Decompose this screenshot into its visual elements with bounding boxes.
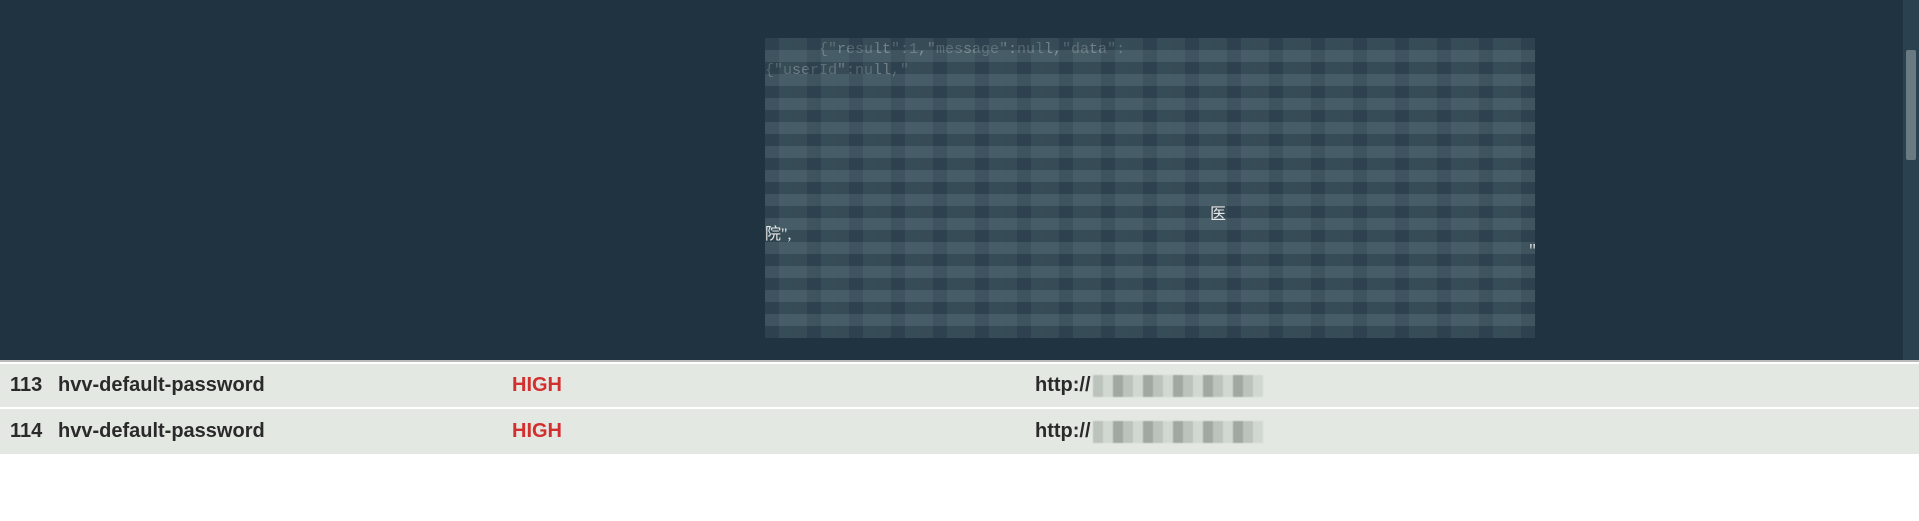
empty-space [0, 456, 1919, 521]
vulnerability-name: hvv-default-password [58, 420, 512, 443]
url-cell: http:// [1035, 374, 1919, 397]
scrollbar-track[interactable] [1903, 0, 1919, 360]
url-cell: http:// [1035, 420, 1919, 443]
redacted-content-overlay [765, 38, 1535, 338]
severity-badge: HIGH [512, 374, 1035, 397]
cjk-text-fragment-2: 院", [765, 220, 792, 244]
redacted-url [1093, 375, 1263, 397]
json-quote-end: " [1528, 243, 1537, 260]
url-prefix: http:// [1035, 420, 1091, 443]
scrollbar-thumb[interactable] [1906, 50, 1916, 160]
row-id: 113 [10, 374, 58, 397]
results-table: 113 hvv-default-password HIGH http:// 11… [0, 360, 1919, 521]
table-row[interactable]: 114 hvv-default-password HIGH http:// [0, 409, 1919, 456]
vulnerability-name: hvv-default-password [58, 374, 512, 397]
redacted-url [1093, 421, 1263, 443]
row-id: 114 [10, 420, 58, 443]
response-detail-panel: {"result":1,"message":null,"data": {"use… [0, 0, 1919, 360]
url-prefix: http:// [1035, 374, 1091, 397]
table-row[interactable]: 113 hvv-default-password HIGH http:// [0, 362, 1919, 409]
app-container: {"result":1,"message":null,"data": {"use… [0, 0, 1919, 521]
severity-badge: HIGH [512, 420, 1035, 443]
cjk-text-fragment-1: 医 [1210, 200, 1226, 224]
